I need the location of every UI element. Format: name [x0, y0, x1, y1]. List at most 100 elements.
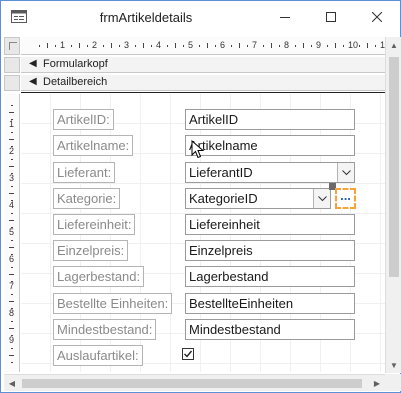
combobox-value: LieferantID [189, 165, 253, 180]
ruler-tick [11, 240, 13, 241]
ruler-tick [143, 43, 144, 48]
vertical-scrollbar[interactable]: ▲︎ ▼︎ [385, 37, 401, 373]
scroll-down-icon[interactable]: ▼︎ [386, 357, 401, 373]
ruler-tick [9, 355, 14, 356]
ruler-tick [271, 43, 272, 48]
label-einzelpreis[interactable]: Einzelpreis: [53, 240, 129, 261]
form-selector[interactable] [4, 37, 20, 55]
chevron-down-icon [317, 194, 327, 204]
ruler-number: 7 [9, 281, 15, 291]
dropdown-button[interactable] [313, 189, 330, 208]
ruler-number: 5 [188, 40, 194, 50]
label-kategorie[interactable]: Kategorie: [53, 188, 121, 209]
section-divider [21, 92, 385, 93]
ruler-tick [335, 43, 336, 48]
ruler-tick [367, 43, 368, 48]
ruler-number: 3 [124, 40, 130, 50]
ruler-tick [11, 186, 13, 187]
section-bar-detailbereich[interactable]: ◀︎ Detailbereich [21, 75, 385, 91]
ruler-tick [11, 132, 13, 133]
ruler-tick [71, 45, 72, 47]
combobox-lieferantid[interactable]: LieferantID [185, 162, 355, 183]
ruler-tick [9, 220, 14, 221]
ruler-tick [375, 45, 376, 47]
textbox-einzelpreis[interactable]: Einzelpreis [185, 240, 355, 261]
ruler-number: 8 [284, 40, 290, 50]
scroll-left-icon[interactable]: ◀︎ [4, 375, 20, 391]
ruler-tick [9, 139, 14, 140]
header-section-selector[interactable] [4, 57, 20, 73]
ruler-number: 2 [9, 146, 15, 156]
combobox-value: KategorieID [189, 191, 258, 206]
scroll-right-icon[interactable]: ▶︎ [369, 375, 385, 391]
label-artikelid[interactable]: ArtikelID: [53, 109, 114, 130]
textbox-bestellteeinheiten[interactable]: BestellteEinheiten [185, 293, 355, 314]
ruler-tick [111, 43, 112, 48]
label-bestellte-einheiten[interactable]: Bestellte Einheiten: [53, 293, 173, 314]
ruler-number: 3 [9, 173, 15, 183]
horizontal-scrollbar[interactable]: ◀︎ ▶︎ [4, 374, 385, 391]
ruler-number: 9 [316, 40, 322, 50]
textbox-liefereinheit[interactable]: Liefereinheit [185, 214, 355, 235]
ruler-tick [9, 328, 14, 329]
window-title: frmArtikeldetails [99, 10, 193, 25]
ruler-tick [47, 43, 48, 48]
horizontal-scroll-thumb[interactable] [22, 379, 362, 388]
label-lagerbestand[interactable]: Lagerbestand: [53, 266, 145, 287]
ruler-number: 7 [252, 40, 258, 50]
ellipsis-button[interactable]: ... [335, 188, 356, 209]
combobox-kategorieid[interactable]: KategorieID [185, 188, 331, 209]
ruler-tick [9, 301, 14, 302]
ruler-number: 6 [9, 254, 15, 264]
close-button[interactable] [354, 1, 400, 34]
dropdown-button[interactable] [337, 163, 354, 182]
label-mindestbestand[interactable]: Mindestbestand: [53, 319, 157, 340]
textbox-lagerbestand[interactable]: Lagerbestand [185, 266, 355, 287]
ruler-number: 10 [348, 40, 359, 50]
section-bar-formularkopf[interactable]: ◀︎ Formularkopf [21, 57, 385, 73]
label-auslaufartikel[interactable]: Auslaufartikel: [53, 345, 143, 366]
ruler-tick [79, 43, 80, 48]
vertical-scroll-thumb[interactable] [389, 57, 399, 277]
ruler-tick [11, 348, 13, 349]
label-liefereinheit[interactable]: Liefereinheit: [53, 214, 136, 235]
ruler-number: 8 [9, 308, 15, 318]
textbox-mindestbestand[interactable]: Mindestbestand [185, 319, 355, 340]
checkbox-auslaufartikel[interactable] [182, 348, 194, 360]
ruler-number: 2 [92, 40, 98, 50]
ruler-tick [11, 267, 13, 268]
ruler-tick [9, 274, 14, 275]
detail-section-selector[interactable] [4, 75, 20, 91]
minimize-icon [280, 9, 290, 27]
label-artikelname[interactable]: Artikelname: [53, 135, 134, 156]
ruler-number: 1 [9, 119, 15, 129]
ruler-tick [247, 45, 248, 47]
ruler-tick [11, 294, 13, 295]
ruler-tick [279, 45, 280, 47]
ruler-tick [231, 45, 232, 47]
ruler-tick [311, 45, 312, 47]
horizontal-ruler[interactable]: 1234567891011 [21, 37, 385, 55]
ruler-number: 9 [9, 335, 15, 345]
ruler-tick [9, 193, 14, 194]
minimize-button[interactable] [262, 1, 308, 34]
section-label: Formularkopf [43, 58, 108, 70]
vertical-ruler[interactable]: 1 2 3 4 5 6 7 8 9 [4, 94, 20, 372]
ruler-tick [327, 45, 328, 47]
ruler-tick [9, 112, 14, 113]
ruler-tick [87, 45, 88, 47]
scroll-up-icon[interactable]: ▲︎ [386, 37, 401, 53]
section-arrow-icon: ◀︎ [29, 58, 37, 69]
ruler-tick [11, 321, 13, 322]
maximize-button[interactable] [308, 1, 354, 34]
checkmark-icon [184, 350, 193, 358]
ruler-tick [215, 45, 216, 47]
textbox-artikelname[interactable]: Artikelname [185, 135, 355, 156]
ruler-tick [39, 45, 40, 47]
ruler-tick [11, 213, 13, 214]
label-lieferant[interactable]: Lieferant: [53, 162, 116, 183]
textbox-artikelid[interactable]: ArtikelID [185, 109, 355, 130]
title-bar[interactable]: frmArtikeldetails [1, 1, 400, 34]
ruler-tick [9, 247, 14, 248]
form-design-window: frmArtikeldetails 1234567891011 12345678… [0, 0, 401, 393]
